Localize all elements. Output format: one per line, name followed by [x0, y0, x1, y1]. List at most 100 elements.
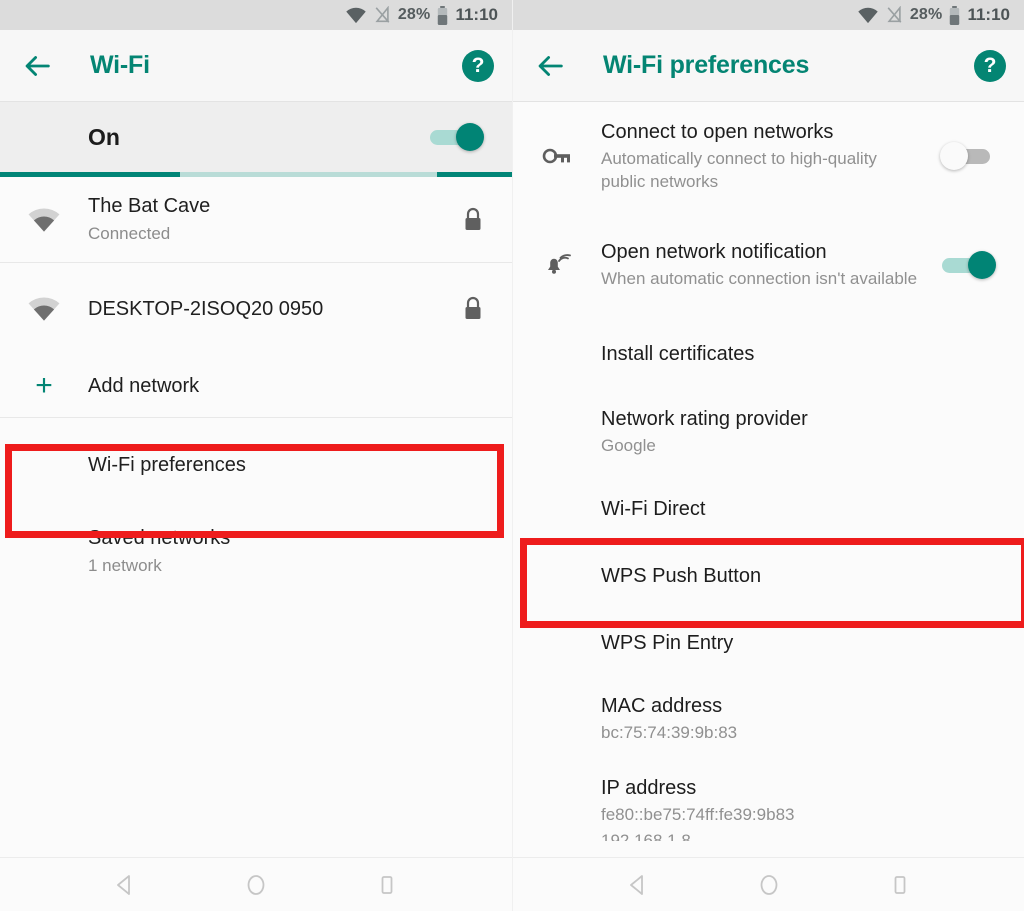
pref-title: WPS Pin Entry	[601, 632, 734, 654]
status-bar-right: 28% 11:10	[513, 0, 1024, 30]
wifi-master-toggle-row[interactable]: On	[0, 102, 512, 172]
ip-address-v6-value: fe80::be75:74ff:fe39:9b83	[601, 805, 795, 824]
pref-body: Install certificates	[601, 328, 996, 380]
battery-percent-label: 28%	[397, 6, 431, 23]
network-list: The Bat Cave Connected DESKTOP-2ISOQ20 0…	[0, 177, 512, 592]
pref-body: MAC address bc:75:74:39:9b:83	[601, 680, 996, 758]
pref-title: Wi-Fi Direct	[601, 498, 706, 520]
status-bar-left: 28% 11:10	[0, 0, 512, 30]
empty-lead-slot	[0, 512, 88, 592]
empty-lead-slot	[0, 418, 88, 512]
mac-address-value: bc:75:74:39:9b:83	[601, 723, 738, 743]
plus-icon: +	[0, 355, 88, 417]
key-icon	[513, 102, 601, 210]
help-icon[interactable]: ?	[462, 49, 494, 82]
pref-row-install-certificates[interactable]: Install certificates	[513, 320, 1024, 388]
network-row-the-bat-cave[interactable]: The Bat Cave Connected	[0, 177, 512, 262]
pref-body: Open network notification When automatic…	[601, 226, 926, 304]
network-name: DESKTOP-2ISOQ20 0950	[88, 297, 324, 320]
pref-sublabel: Google	[601, 436, 656, 456]
bell-wifi-icon	[513, 210, 601, 320]
pref-row-open-network-notification[interactable]: Open network notification When automatic…	[513, 210, 1024, 320]
signal-off-icon	[886, 6, 903, 24]
back-triangle-icon[interactable]	[108, 868, 142, 902]
pref-body: WPS Pin Entry	[601, 617, 996, 669]
back-triangle-icon[interactable]	[621, 868, 655, 902]
home-circle-icon[interactable]	[752, 868, 786, 902]
ip-address-v4-value: 192.168.1.8	[601, 830, 691, 841]
signal-off-icon	[374, 6, 391, 24]
page-title: Wi-Fi	[90, 51, 150, 79]
empty-lead-slot	[513, 388, 601, 476]
add-network-row[interactable]: + Add network	[0, 355, 512, 417]
recents-square-icon[interactable]	[370, 868, 404, 902]
wifi-icon	[345, 6, 367, 24]
menu-body: Saved networks 1 network	[88, 512, 484, 591]
battery-icon	[437, 5, 448, 25]
menu-row-saved-networks[interactable]: Saved networks 1 network	[0, 512, 512, 592]
wifi-signal-icon	[0, 177, 88, 262]
dual-screenshot-composite: 28% 11:10 Wi-Fi ? On The Bat Cave Connec…	[0, 0, 1024, 911]
pref-title: Install certificates	[601, 343, 755, 365]
pref-body: Network rating provider Google	[601, 393, 996, 471]
pref-row-network-rating-provider[interactable]: Network rating provider Google	[513, 388, 1024, 476]
open-network-notification-switch[interactable]	[940, 251, 996, 279]
pref-row-mac-address[interactable]: MAC address bc:75:74:39:9b:83	[513, 676, 1024, 762]
back-arrow-icon[interactable]	[20, 49, 54, 83]
wifi-icon	[857, 6, 879, 24]
wifi-master-switch[interactable]	[428, 123, 484, 151]
battery-icon	[949, 5, 960, 25]
pref-body: Wi-Fi Direct	[601, 483, 996, 535]
left-phone-panel: 28% 11:10 Wi-Fi ? On The Bat Cave Connec…	[0, 0, 512, 911]
pref-row-ip-address[interactable]: IP address fe80::be75:74ff:fe39:9b83 192…	[513, 762, 1024, 854]
network-name: The Bat Cave	[88, 194, 211, 217]
page-title: Wi-Fi preferences	[603, 51, 810, 79]
help-glyph: ?	[471, 53, 485, 77]
wifi-signal-icon	[0, 263, 88, 355]
back-arrow-icon[interactable]	[533, 49, 567, 83]
connect-open-networks-switch[interactable]	[940, 142, 996, 170]
pref-sublabel: When automatic connection isn't availabl…	[601, 269, 918, 289]
switch-knob	[968, 251, 996, 279]
empty-lead-slot	[513, 610, 601, 676]
empty-lead-slot	[513, 676, 601, 762]
pref-body: Connect to open networks Automatically c…	[601, 106, 926, 206]
menu-label: Saved networks	[88, 527, 231, 550]
pref-body: IP address fe80::be75:74ff:fe39:9b83 192…	[601, 762, 996, 854]
pref-row-wps-pin-entry[interactable]: WPS Pin Entry	[513, 610, 1024, 676]
pref-row-wps-push-button[interactable]: WPS Push Button	[513, 542, 1024, 610]
preferences-list: Connect to open networks Automatically c…	[513, 102, 1024, 854]
menu-body: Wi-Fi preferences	[88, 439, 484, 492]
pref-title: Network rating provider	[601, 408, 808, 431]
appbar-left: Wi-Fi ?	[0, 30, 512, 102]
switch-knob	[456, 123, 484, 151]
help-icon[interactable]: ?	[974, 49, 1006, 82]
recents-square-icon[interactable]	[883, 868, 917, 902]
right-phone-panel: 28% 11:10 Wi-Fi preferences ? Connect to…	[512, 0, 1024, 911]
pref-title: Open network notification	[601, 241, 827, 264]
pref-title: MAC address	[601, 695, 723, 718]
pref-control	[926, 251, 996, 279]
help-glyph: ?	[983, 53, 997, 77]
plus-glyph: +	[35, 369, 53, 402]
empty-lead-slot	[513, 762, 601, 854]
lock-icon	[462, 296, 484, 322]
menu-sublabel: 1 network	[88, 556, 162, 576]
network-info: DESKTOP-2ISOQ20 0950	[88, 283, 462, 336]
appbar-right: Wi-Fi preferences ?	[513, 30, 1024, 102]
home-circle-icon[interactable]	[239, 868, 273, 902]
empty-lead-slot	[513, 320, 601, 388]
clock-label: 11:10	[455, 5, 498, 24]
nav-bar-right	[513, 857, 1024, 911]
pref-row-wifi-direct[interactable]: Wi-Fi Direct	[513, 476, 1024, 542]
nav-bar-left	[0, 857, 512, 911]
menu-row-wifi-preferences[interactable]: Wi-Fi preferences	[0, 418, 512, 512]
pref-control	[926, 142, 996, 170]
add-network-body: Add network	[88, 360, 484, 413]
pref-row-connect-open-networks[interactable]: Connect to open networks Automatically c…	[513, 102, 1024, 210]
pref-sublabel: Automatically connect to high-quality pu…	[601, 148, 877, 191]
network-row-desktop[interactable]: DESKTOP-2ISOQ20 0950	[0, 263, 512, 355]
pref-body: WPS Push Button	[601, 550, 996, 602]
pref-title: WPS Push Button	[601, 565, 762, 587]
battery-percent-label: 28%	[909, 6, 943, 23]
